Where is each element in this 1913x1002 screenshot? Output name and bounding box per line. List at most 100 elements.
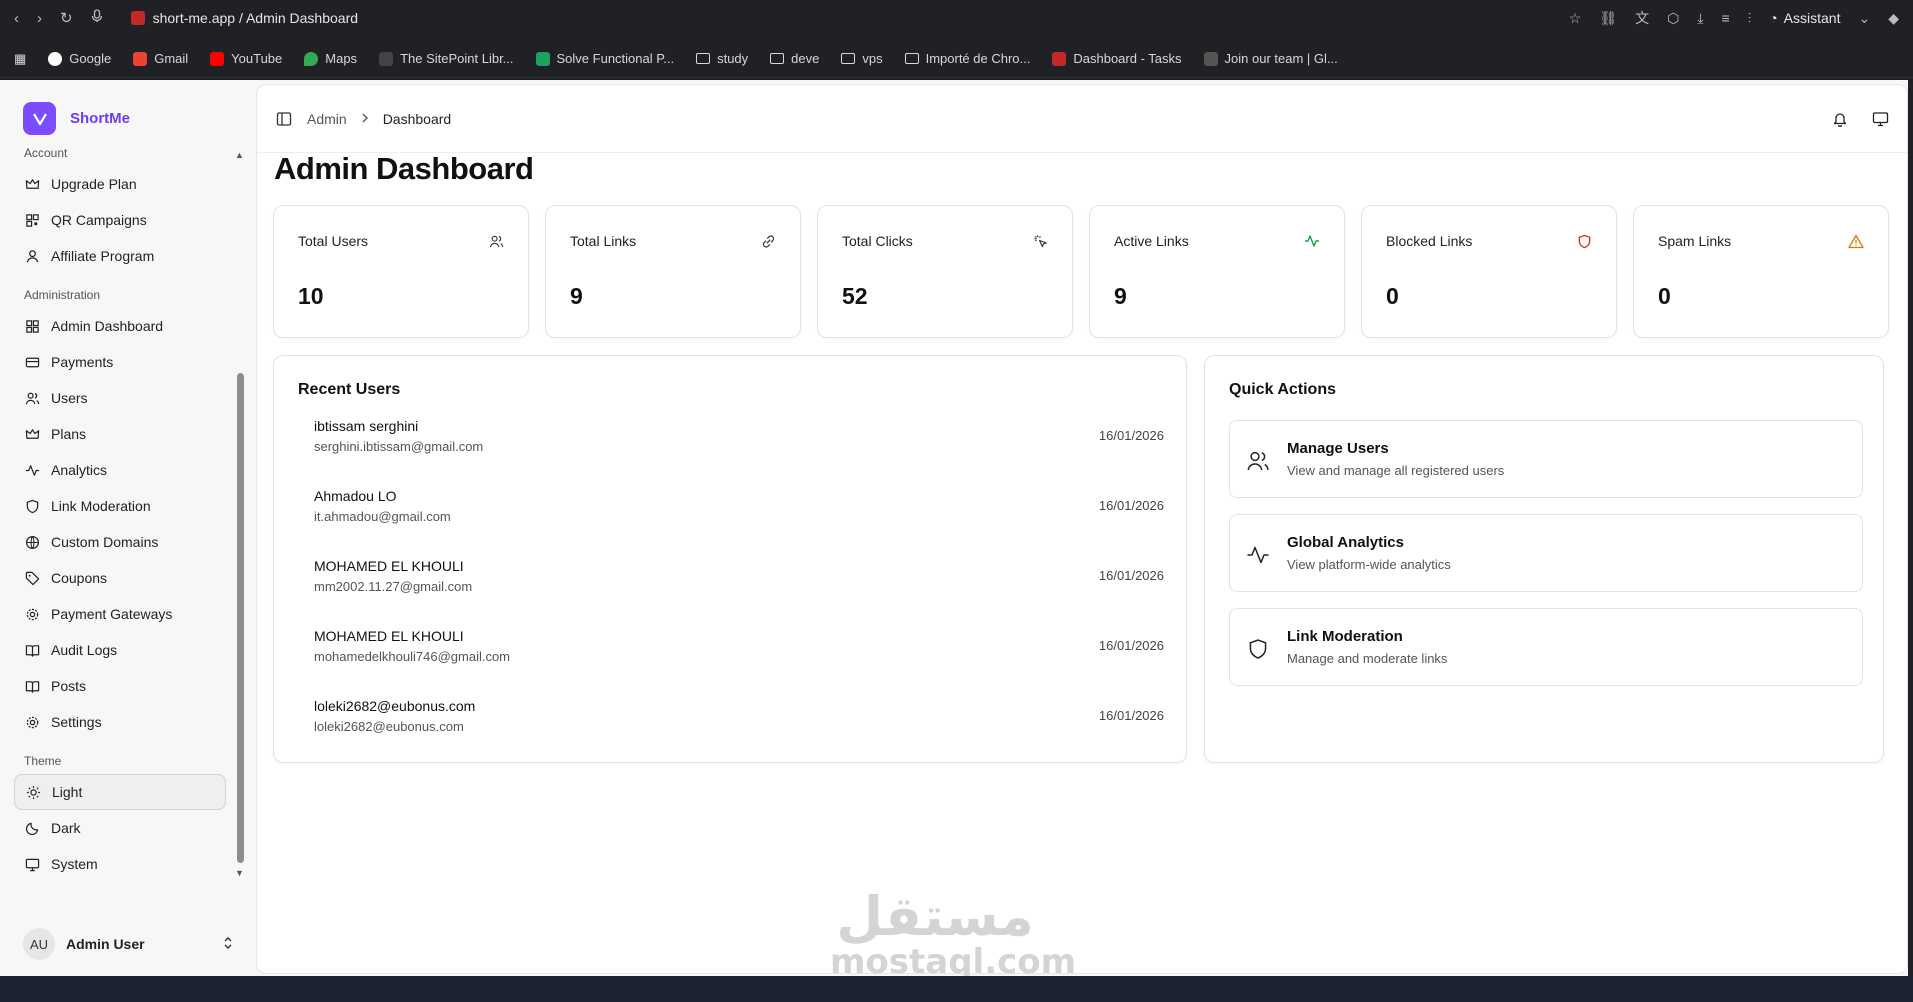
- bookmark-gmail[interactable]: Gmail: [133, 51, 188, 66]
- bookmark-sitepoint[interactable]: The SitePoint Libr...: [379, 51, 514, 66]
- share-link-icon[interactable]: ⛓: [1599, 10, 1617, 27]
- user-icon: [24, 248, 40, 264]
- reading-list-icon[interactable]: ≡: [1722, 10, 1730, 26]
- sidebar-item-coupons[interactable]: Coupons: [0, 560, 211, 596]
- crown-icon: [24, 176, 40, 192]
- translate-icon[interactable]: 文: [1635, 8, 1649, 28]
- forward-icon[interactable]: ›: [37, 10, 42, 27]
- list-item[interactable]: MOHAMED EL KHOULI mohamedelkhouli746@gma…: [314, 628, 1164, 698]
- sidebar-item-analytics[interactable]: Analytics: [0, 452, 211, 488]
- bookmark-google[interactable]: Google: [48, 51, 111, 66]
- sidebar-scrollbar[interactable]: ▲ ▼: [235, 150, 245, 878]
- sidebar-item-audit-logs[interactable]: Audit Logs: [0, 632, 211, 668]
- microphone-icon[interactable]: [91, 9, 103, 27]
- recent-users-list: ibtissam serghini serghini.ibtissam@gmai…: [314, 418, 1164, 768]
- back-icon[interactable]: ‹: [14, 10, 19, 27]
- star-icon[interactable]: ☆: [1569, 10, 1582, 27]
- list-item[interactable]: ibtissam serghini serghini.ibtissam@gmai…: [314, 418, 1164, 488]
- list-item[interactable]: loleki2682@eubonus.com loleki2682@eubonu…: [314, 698, 1164, 768]
- bookmark-folder-study[interactable]: study: [696, 51, 748, 66]
- sidebar-item-affiliate-program[interactable]: Affiliate Program: [0, 238, 211, 274]
- scroll-down-icon[interactable]: ▼: [235, 868, 244, 878]
- sidebar-toggle-icon[interactable]: [275, 110, 293, 128]
- user-email: mm2002.11.27@gmail.com: [314, 579, 473, 594]
- bookmark-join-our-team[interactable]: Join our team | Gl...: [1203, 51, 1338, 66]
- scroll-up-icon[interactable]: ▲: [235, 150, 244, 160]
- sun-icon: [25, 784, 41, 800]
- user-email: mohamedelkhouli746@gmail.com: [314, 649, 511, 664]
- address-bar[interactable]: short-me.app / Admin Dashboard: [130, 10, 358, 26]
- global-analytics-button[interactable]: Global Analytics View platform-wide anal…: [1229, 514, 1863, 592]
- extensions-icon[interactable]: ⬡: [1667, 10, 1679, 27]
- user-menu[interactable]: AU Admin User: [23, 928, 233, 960]
- recent-users-card: Recent Users ibtissam serghini serghini.…: [273, 355, 1187, 763]
- profile-icon[interactable]: ◆: [1888, 10, 1899, 27]
- user-name: Admin User: [66, 936, 145, 952]
- stat-card-active-links: Active Links 9: [1089, 205, 1345, 338]
- bookmark-label: Solve Functional P...: [556, 51, 675, 66]
- sidebar-item-settings[interactable]: Settings: [0, 704, 211, 740]
- globe-icon: [24, 534, 40, 550]
- apps-grid-icon[interactable]: ▦: [14, 51, 26, 67]
- bookmark-youtube[interactable]: YouTube: [210, 51, 282, 66]
- maps-icon: [304, 51, 319, 66]
- sidebar-item-payment-gateways[interactable]: Payment Gateways: [0, 596, 211, 632]
- sidebar-item-custom-domains[interactable]: Custom Domains: [0, 524, 211, 560]
- bookmark-maps[interactable]: Maps: [304, 51, 357, 66]
- recent-users-title: Recent Users: [298, 381, 401, 398]
- site-icon: [535, 51, 550, 66]
- main-content: Admin Dashboard Admin Dashboard Total Us…: [256, 84, 1908, 974]
- sidebar-item-label: Plans: [51, 426, 87, 442]
- bookmark-label: study: [717, 51, 749, 66]
- bell-icon[interactable]: [1831, 110, 1849, 128]
- chevron-down-icon[interactable]: ⌄: [1858, 10, 1870, 27]
- bookmark-solve-functional[interactable]: Solve Functional P...: [535, 51, 675, 66]
- sidebar: ShortMe Account Upgrade Plan QR Campaign…: [0, 80, 255, 976]
- sidebar-item-link-moderation[interactable]: Link Moderation: [0, 488, 211, 524]
- sidebar-item-qr-campaigns[interactable]: QR Campaigns: [0, 202, 211, 238]
- brand[interactable]: ShortMe: [23, 102, 130, 135]
- scroll-thumb[interactable]: [237, 373, 244, 863]
- sidebar-item-label: Audit Logs: [51, 642, 118, 658]
- breadcrumb-admin[interactable]: Admin: [307, 111, 347, 127]
- folder-icon: [696, 53, 711, 64]
- site-icon: [1203, 51, 1218, 66]
- list-item[interactable]: Ahmadou LO it.ahmadou@gmail.com 16/01/20…: [314, 488, 1164, 558]
- sitepoint-icon: [379, 51, 394, 66]
- sidebar-item-plans[interactable]: Plans: [0, 416, 211, 452]
- sidebar-item-label: Dark: [51, 820, 81, 836]
- book-icon: [24, 642, 40, 658]
- stat-label: Total Clicks: [842, 233, 913, 249]
- theme-option-dark[interactable]: Dark: [0, 810, 211, 846]
- bookmark-folder-deve[interactable]: deve: [770, 51, 819, 66]
- bookmark-folder-vps[interactable]: vps: [841, 51, 883, 66]
- manage-users-button[interactable]: Manage Users View and manage all registe…: [1229, 420, 1863, 498]
- sidebar-item-admin-dashboard[interactable]: Admin Dashboard: [0, 308, 211, 344]
- monitor-icon[interactable]: [1871, 110, 1889, 128]
- audio-icon[interactable]: ⫶: [1748, 10, 1752, 27]
- stat-value: 0: [1386, 283, 1399, 309]
- sidebar-item-posts[interactable]: Posts: [0, 668, 211, 704]
- theme-option-light[interactable]: Light: [14, 774, 226, 810]
- stat-card-blocked-links: Blocked Links 0: [1361, 205, 1617, 338]
- list-item[interactable]: MOHAMED EL KHOULI mm2002.11.27@gmail.com…: [314, 558, 1164, 628]
- avatar: AU: [23, 928, 55, 960]
- theme-option-system[interactable]: System: [0, 846, 211, 876]
- sidebar-item-upgrade-plan[interactable]: Upgrade Plan: [0, 166, 211, 202]
- quick-action-title: Manage Users: [1287, 440, 1389, 457]
- sidebar-item-users[interactable]: Users: [0, 380, 211, 416]
- link-moderation-button[interactable]: Link Moderation Manage and moderate link…: [1229, 608, 1863, 686]
- quick-actions-title: Quick Actions: [1229, 381, 1336, 398]
- assistant-button[interactable]: ◔ Assistant: [1769, 10, 1840, 26]
- download-icon[interactable]: ⤓: [1697, 10, 1703, 27]
- user-email: serghini.ibtissam@gmail.com: [314, 439, 484, 454]
- reload-icon[interactable]: ↻: [60, 9, 73, 27]
- bookmark-folder-imported[interactable]: Importé de Chro...: [904, 51, 1031, 66]
- sidebar-item-label: Coupons: [51, 570, 108, 586]
- quick-action-title: Link Moderation: [1287, 628, 1403, 645]
- link-icon: [760, 233, 776, 249]
- user-date: 16/01/2026: [1098, 428, 1164, 443]
- bookmark-label: Importé de Chro...: [925, 51, 1031, 66]
- bookmark-dashboard-tasks[interactable]: Dashboard - Tasks: [1052, 51, 1182, 66]
- sidebar-item-payments[interactable]: Payments: [0, 344, 211, 380]
